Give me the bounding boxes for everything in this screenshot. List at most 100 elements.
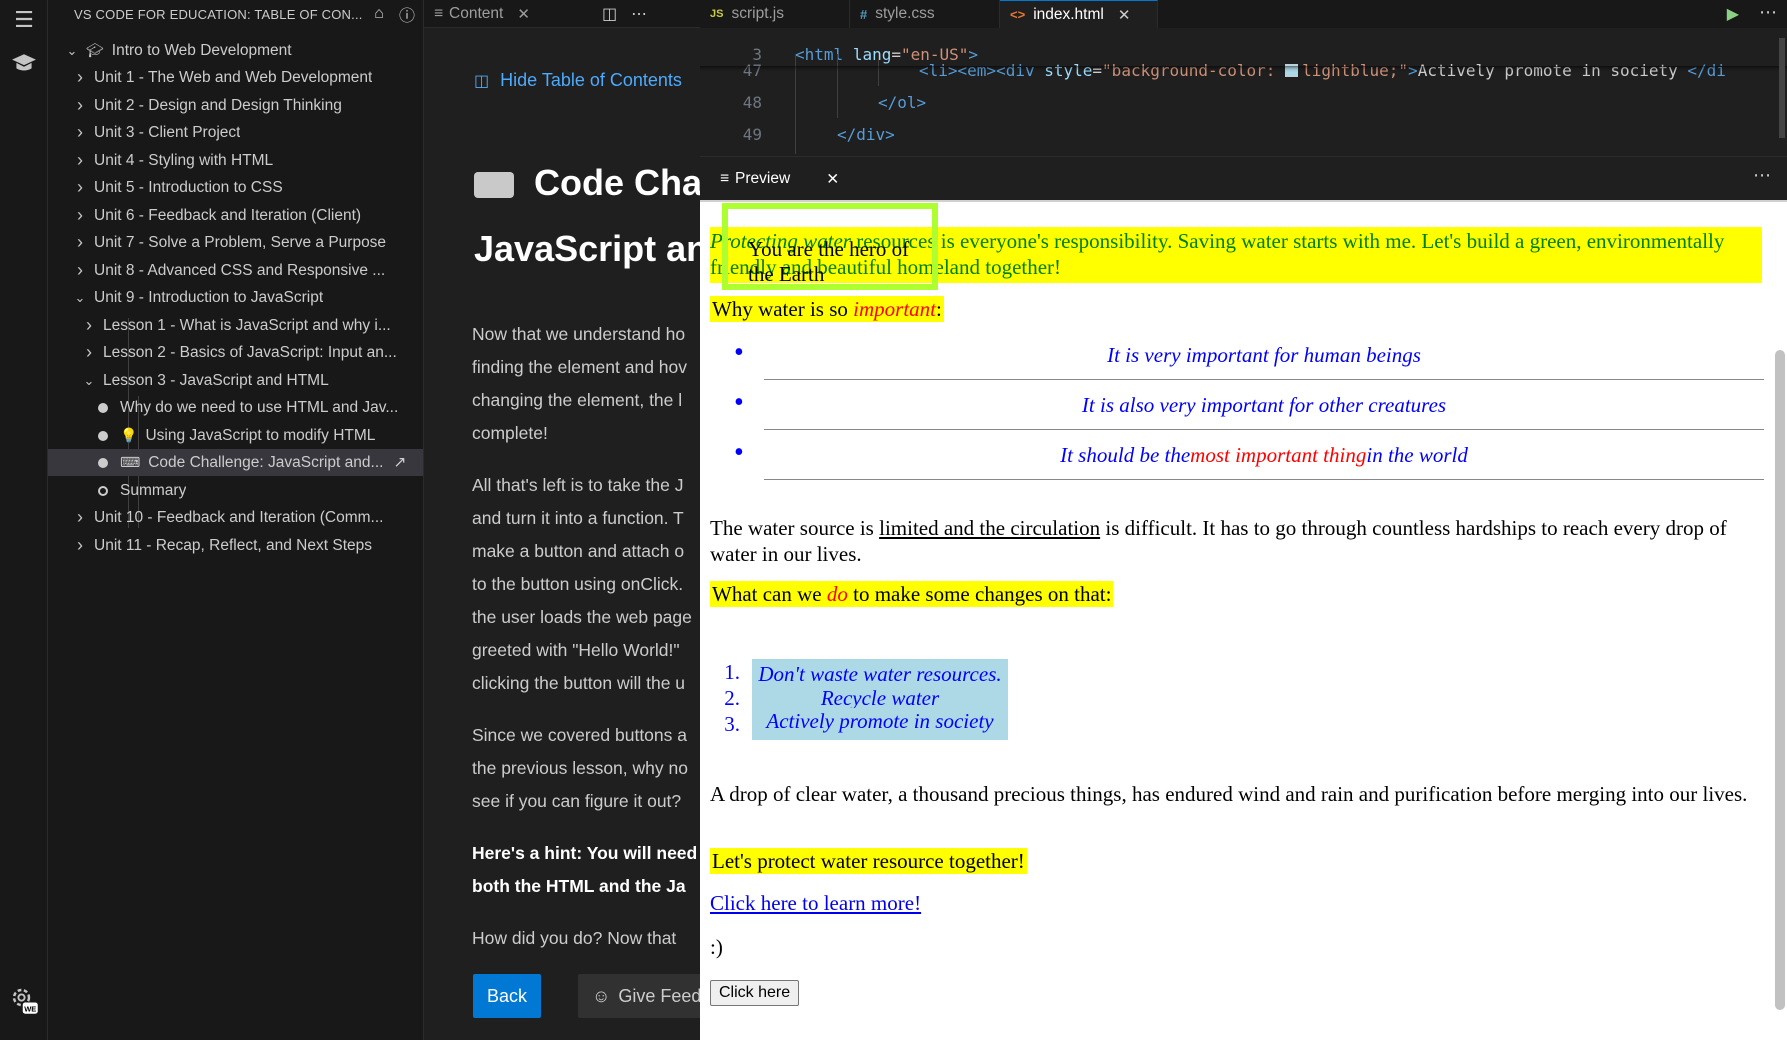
settings-gear-icon[interactable]: WE [0, 970, 48, 1030]
why-list: It is very important for human beings It… [734, 330, 1764, 480]
help-icon[interactable]: ⓘ [395, 2, 419, 26]
incomplete-circle-icon [98, 485, 108, 496]
paragraph-line: clicking the button will the u [472, 673, 686, 693]
chevron-down-icon: ⌄ [83, 372, 95, 388]
html-file-icon: <> [1010, 7, 1026, 22]
chevron-right-icon: › [77, 260, 83, 280]
menu-icon[interactable]: ☰ [0, 0, 48, 40]
tab-index-html[interactable]: <> index.html ✕ [1000, 0, 1158, 28]
chevron-right-icon: › [77, 122, 83, 142]
sidebar-lesson[interactable]: › Lesson 2 - Basics of JavaScript: Input … [48, 339, 423, 366]
paragraph-line: complete! [472, 423, 548, 443]
sidebar-unit[interactable]: › Unit 2 - Design and Design Thinking [48, 92, 423, 119]
close-icon[interactable]: ✕ [517, 5, 530, 23]
sidebar-lesson[interactable]: › Lesson 1 - What is JavaScript and why i… [48, 312, 423, 339]
lightbulb-icon: 💡 [120, 427, 138, 443]
paragraph-line: see if you can figure it out? [472, 791, 682, 811]
activity-bar: ☰ WE [0, 0, 48, 1040]
paragraph-5: How did you do? Now that [472, 928, 677, 948]
paragraph-line: Now that we understand ho [472, 324, 686, 344]
code-scrollbar[interactable] [1773, 38, 1787, 156]
hide-table-of-contents-link[interactable]: ◫ Hide Table of Contents [474, 70, 682, 91]
sidebar-header: VS CODE FOR EDUCATION: TABLE OF CON... ⌂… [48, 0, 423, 28]
tab-script-js[interactable]: JS script.js [700, 0, 850, 28]
content-tabbar: ≡ Content ✕ ◫ ⋯ [424, 0, 700, 28]
sidebar-lesson[interactable]: ⌄ Lesson 3 - JavaScript and HTML [48, 367, 423, 394]
chevron-right-icon: › [77, 232, 83, 252]
tab-content[interactable]: ≡ Content ✕ [424, 0, 574, 28]
tab-style-css[interactable]: # style.css [850, 0, 1000, 28]
back-button[interactable]: Back [473, 974, 541, 1018]
run-play-icon[interactable]: ▶ [1727, 4, 1739, 24]
drop-paragraph: A drop of clear water, a thousand precio… [710, 782, 1748, 806]
close-icon[interactable]: ✕ [1118, 6, 1131, 24]
hero-box: You are the hero of the Earth [722, 203, 938, 290]
paragraph-line: make a button and attach o [472, 541, 685, 561]
list-item: It is very important for human beings [734, 330, 1764, 380]
list-item: 3. Actively promote in society [720, 708, 1020, 740]
sidebar-unit[interactable]: › Unit 10 - Feedback and Iteration (Comm.… [48, 504, 423, 531]
sidebar-unit[interactable]: › Unit 8 - Advanced CSS and Responsive ..… [48, 257, 423, 284]
paragraph-hint: Here's a hint: You will need both the HTM… [472, 837, 700, 903]
chevron-right-icon: › [77, 177, 83, 197]
paragraph-2: All that's left is to take the J and turn… [472, 469, 700, 700]
sidebar-unit[interactable]: › Unit 4 - Styling with HTML [48, 147, 423, 174]
education-icon[interactable] [0, 44, 48, 84]
give-feedback-button[interactable]: ☺ Give Feed [578, 974, 700, 1018]
code-line: 48 </ol> [742, 92, 927, 112]
more-actions-icon[interactable]: ⋯ [1759, 2, 1777, 23]
paragraph-line: Since we covered buttons a [472, 725, 687, 745]
sidebar-unit[interactable]: › Unit 1 - The Web and Web Development [48, 64, 423, 91]
preview-scrollbar[interactable] [1775, 350, 1785, 1010]
svg-text:WE: WE [24, 1004, 36, 1013]
sidebar-unit[interactable]: › Unit 7 - Solve a Problem, Serve a Purpo… [48, 229, 423, 256]
learn-more-link[interactable]: Click here to learn more! [710, 890, 921, 916]
chevron-right-icon: › [77, 150, 83, 170]
keyboard-icon [474, 172, 514, 199]
tab-preview[interactable]: ≡ Preview ✕ [700, 157, 839, 201]
paragraph-line: the user loads the web page [472, 607, 692, 627]
do-list: 1. Don't waste water resources. 2. Recycle… [720, 659, 1020, 740]
css-file-icon: # [860, 6, 868, 22]
home-icon[interactable]: ⌂ [367, 5, 391, 23]
sidebar-lesson-item[interactable]: Summary [48, 477, 423, 504]
what-heading: What can we do to make some changes on t… [710, 581, 1114, 607]
close-icon[interactable]: ✕ [826, 170, 839, 189]
content-body: Now that we understand ho finding the ele… [472, 318, 700, 974]
paragraph-line: both the HTML and the Ja [472, 876, 686, 896]
list-item: It is also very important for other crea… [734, 380, 1764, 430]
code-editor[interactable]: 3 <html lang="en-US"> 47 <li><em><div st… [700, 38, 1787, 156]
sidebar-unit[interactable]: › Unit 6 - Feedback and Iteration (Client… [48, 202, 423, 229]
sidebar-lesson-item[interactable]: Why do we need to use HTML and Jav... [48, 394, 423, 421]
sidebar-unit[interactable]: › Unit 3 - Client Project [48, 119, 423, 146]
more-actions-icon[interactable]: ⋯ [1753, 165, 1771, 186]
more-actions-icon[interactable]: ⋯ [631, 4, 647, 24]
chevron-right-icon: › [77, 507, 83, 527]
completed-dot-icon [98, 402, 108, 413]
list-item: It should be the most important thing in… [734, 430, 1764, 480]
split-preview-icon[interactable]: ◫ [602, 4, 617, 24]
sidebar-title: VS CODE FOR EDUCATION: TABLE OF CON... [74, 6, 363, 22]
code-text: </div> [837, 124, 895, 144]
table-of-contents-sidebar: VS CODE FOR EDUCATION: TABLE OF CON... ⌂… [48, 0, 424, 1040]
page-title: Code Cha JavaScript an [474, 162, 700, 269]
chevron-down-icon: ⌄ [66, 42, 78, 58]
paragraph-3: Since we covered buttons a the previous l… [472, 719, 700, 818]
sidebar-unit[interactable]: ⌄ Unit 9 - Introduction to JavaScript [48, 284, 423, 311]
preview-frame[interactable]: Protecting water resources is everyone's… [700, 200, 1787, 1040]
paragraph-line: to the button using onClick. [472, 574, 684, 594]
sidebar-lesson-item[interactable]: ⌨ Code Challenge: JavaScript and... ↗ [48, 449, 423, 476]
sidebar-unit[interactable]: › Unit 11 - Recap, Reflect, and Next Step… [48, 532, 423, 559]
sidebar-unit[interactable]: › Unit 5 - Introduction to CSS [48, 174, 423, 201]
paragraph-1: Now that we understand ho finding the ele… [472, 318, 700, 450]
graduation-cap-icon: 🎓︎ [86, 42, 104, 58]
paragraph-line: All that's left is to take the J [472, 475, 684, 495]
protect-line: Let's protect water resource together! [710, 848, 1027, 874]
open-link-icon[interactable]: ↗ [393, 453, 406, 472]
tree-root[interactable]: ⌄ 🎓︎ Intro to Web Development [48, 37, 423, 64]
smiley-icon: ☺ [592, 985, 611, 1006]
click-here-button[interactable]: Click here [710, 980, 800, 1006]
chevron-right-icon: › [77, 95, 83, 115]
sidebar-lesson-item[interactable]: 💡 Using JavaScript to modify HTML [48, 422, 423, 449]
completed-dot-icon [98, 457, 108, 468]
